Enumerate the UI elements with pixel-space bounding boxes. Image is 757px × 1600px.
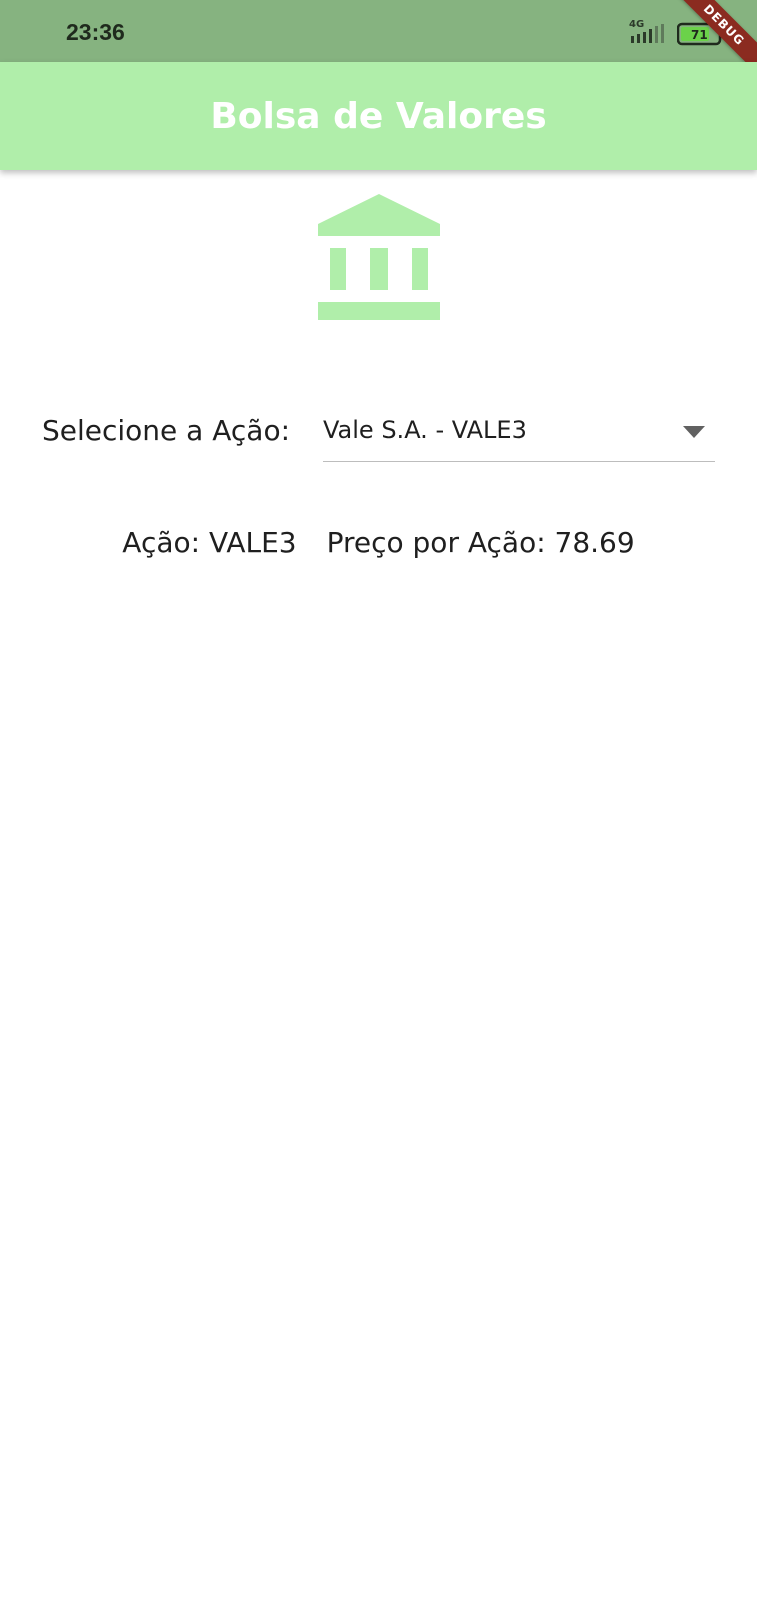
stock-dropdown-value: Vale S.A. - VALE3 — [323, 416, 527, 444]
stock-selector-label: Selecione a Ação: — [42, 414, 291, 447]
app-bar: Bolsa de Valores — [0, 62, 757, 170]
stock-result: Ação: VALE3 Preço por Ação: 78.69 — [0, 526, 757, 559]
arrow-drop-down-icon — [683, 426, 705, 438]
status-time: 23:36 — [66, 19, 125, 45]
bank-icon — [318, 194, 440, 320]
signal-icon — [631, 24, 664, 43]
status-bar: 23:36 4G 71 — [0, 0, 757, 62]
stock-price-text: Preço por Ação: 78.69 — [326, 526, 635, 559]
stock-dropdown[interactable]: Vale S.A. - VALE3 — [323, 404, 715, 462]
stock-code-text: Ação: VALE3 — [122, 526, 297, 559]
app-title: Bolsa de Valores — [210, 95, 547, 137]
battery-level: 71 — [691, 28, 708, 42]
